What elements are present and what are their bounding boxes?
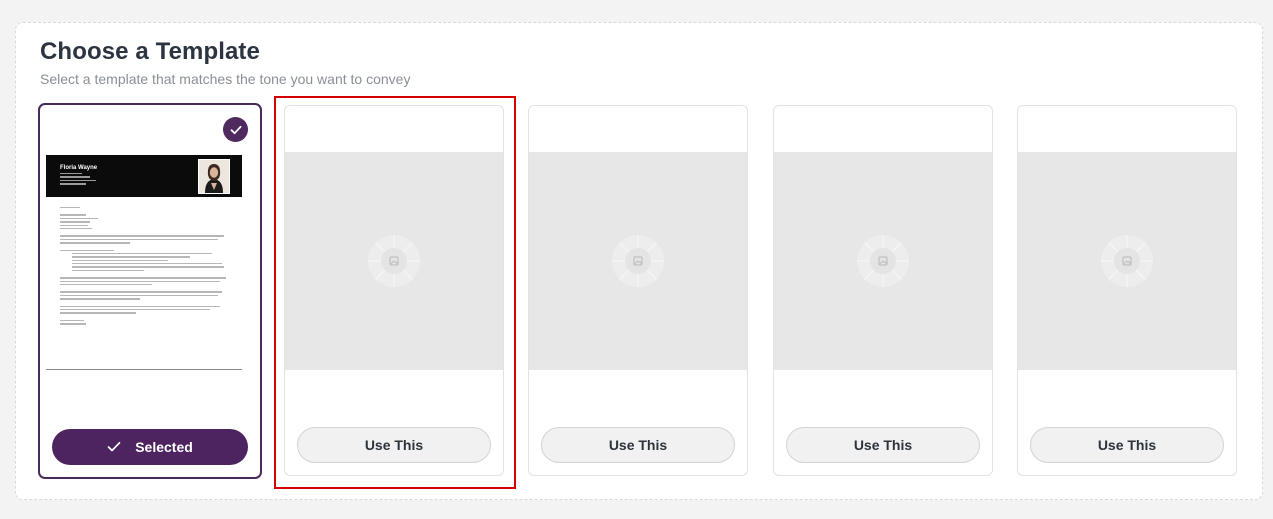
template-preview-placeholder bbox=[1018, 152, 1236, 370]
preview-photo bbox=[198, 159, 230, 194]
template-card-3[interactable]: Use This bbox=[528, 105, 748, 476]
selected-button-label: Selected bbox=[135, 439, 193, 455]
page-subtitle: Select a template that matches the tone … bbox=[40, 71, 411, 87]
image-placeholder-icon bbox=[1101, 235, 1153, 287]
check-icon bbox=[107, 441, 121, 452]
selected-button[interactable]: Selected bbox=[52, 429, 248, 465]
template-card-4[interactable]: Use This bbox=[773, 105, 993, 476]
template-preview-placeholder bbox=[774, 152, 992, 370]
use-this-button[interactable]: Use This bbox=[1030, 427, 1224, 463]
image-placeholder-icon bbox=[857, 235, 909, 287]
preview-name: Floria Wayne bbox=[60, 165, 98, 171]
use-this-button[interactable]: Use This bbox=[297, 427, 491, 463]
use-this-button[interactable]: Use This bbox=[541, 427, 735, 463]
template-preview-placeholder bbox=[285, 152, 503, 370]
use-this-button[interactable]: Use This bbox=[786, 427, 980, 463]
template-preview-image: Floria Wayne bbox=[46, 155, 242, 370]
check-icon bbox=[223, 117, 248, 142]
template-card-5[interactable]: Use This bbox=[1017, 105, 1237, 476]
template-card-2[interactable]: Use This bbox=[284, 105, 504, 476]
template-preview-placeholder bbox=[529, 152, 747, 370]
template-card-1[interactable]: Floria Wayne Selected bbox=[38, 103, 262, 479]
image-placeholder-icon bbox=[368, 235, 420, 287]
page-title: Choose a Template bbox=[40, 38, 260, 65]
image-placeholder-icon bbox=[612, 235, 664, 287]
